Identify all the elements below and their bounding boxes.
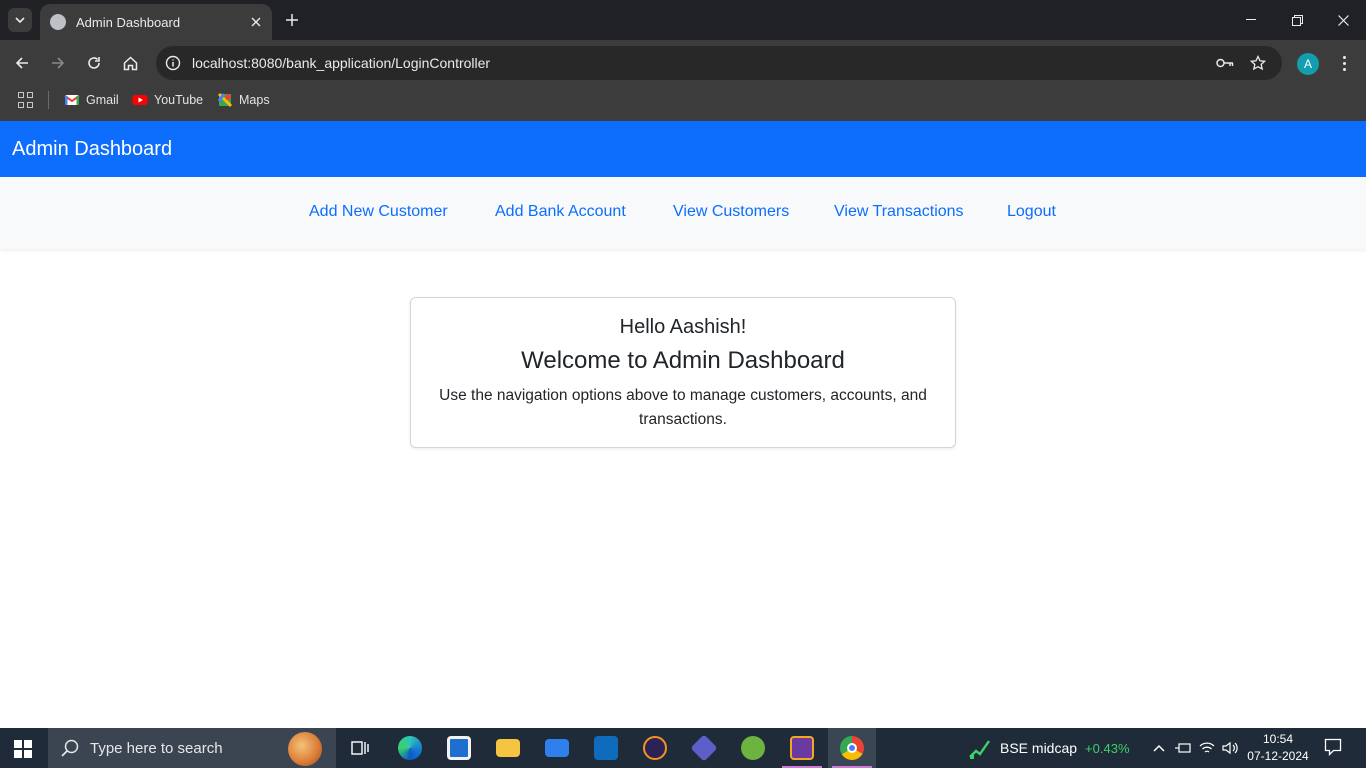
bookmark-gmail[interactable]: Gmail bbox=[64, 90, 119, 110]
address-bar[interactable]: localhost:8080/bank_application/LoginCon… bbox=[156, 46, 1282, 80]
tab-title: Admin Dashboard bbox=[76, 14, 181, 30]
bookmark-maps[interactable]: Maps bbox=[217, 90, 270, 110]
battery-plug-icon[interactable] bbox=[1173, 738, 1193, 758]
stock-change: +0.43% bbox=[1085, 740, 1130, 756]
bookmark-label: Gmail bbox=[86, 93, 119, 107]
taskbar-app-hexagon[interactable] bbox=[680, 728, 728, 768]
bookmark-youtube[interactable]: YouTube bbox=[132, 90, 203, 110]
taskbar-edge[interactable] bbox=[386, 728, 434, 768]
dashboard-nav: Add New Customer Add Bank Account View C… bbox=[0, 177, 1366, 249]
mail-icon bbox=[545, 739, 569, 757]
outlook-icon bbox=[594, 736, 618, 760]
plus-icon bbox=[286, 14, 298, 26]
taskbar-eclipse[interactable] bbox=[631, 728, 679, 768]
browser-tab-active[interactable]: Admin Dashboard bbox=[40, 4, 272, 40]
taskbar-search-box[interactable]: Type here to search bbox=[48, 728, 336, 768]
restore-icon bbox=[1291, 14, 1303, 26]
taskbar-spring-tool[interactable] bbox=[729, 728, 777, 768]
windows-taskbar: Type here to search BSE midcap +0.43% 10… bbox=[0, 728, 1366, 768]
greeting-text: Hello Aashish! bbox=[619, 316, 747, 338]
taskbar-mail[interactable] bbox=[533, 728, 581, 768]
clock-date: 07-12-2024 bbox=[1247, 749, 1309, 763]
taskbar-file-explorer[interactable] bbox=[484, 728, 532, 768]
stock-chart-icon bbox=[969, 740, 990, 759]
maps-icon bbox=[217, 92, 233, 108]
stock-widget[interactable]: BSE midcap +0.43% bbox=[968, 728, 1130, 768]
nav-view-transactions[interactable]: View Transactions bbox=[834, 203, 964, 221]
password-key-icon[interactable] bbox=[1214, 52, 1236, 74]
folder-icon bbox=[496, 739, 520, 757]
bookmarks-divider bbox=[48, 91, 49, 109]
navbar-brand[interactable]: Admin Dashboard bbox=[12, 138, 172, 161]
browser-tabstrip: Admin Dashboard bbox=[0, 0, 1366, 40]
notification-icon[interactable] bbox=[1324, 738, 1344, 758]
close-icon bbox=[251, 17, 261, 27]
task-view-icon bbox=[351, 741, 369, 755]
nav-add-bank-account[interactable]: Add Bank Account bbox=[495, 203, 626, 221]
stock-name: BSE midcap bbox=[1000, 740, 1078, 756]
minimize-button[interactable] bbox=[1228, 6, 1274, 34]
minimize-icon bbox=[1246, 19, 1256, 20]
reload-icon bbox=[88, 57, 100, 69]
close-window-button[interactable] bbox=[1320, 6, 1366, 34]
profile-avatar[interactable]: A bbox=[1297, 53, 1319, 75]
chrome-icon bbox=[840, 736, 864, 760]
arrow-left-icon bbox=[15, 57, 28, 69]
close-icon bbox=[1337, 14, 1349, 26]
bookmark-label: YouTube bbox=[154, 93, 204, 107]
task-view-button[interactable] bbox=[336, 728, 384, 768]
browser-menu-icon[interactable] bbox=[1334, 50, 1354, 76]
site-info-icon[interactable] bbox=[156, 46, 190, 80]
store-icon bbox=[447, 736, 471, 760]
apps-grid-icon[interactable] bbox=[18, 92, 34, 108]
gmail-icon bbox=[64, 95, 80, 105]
youtube-icon bbox=[132, 95, 148, 105]
forward-button[interactable] bbox=[44, 49, 72, 77]
taskbar-ide[interactable] bbox=[778, 728, 826, 768]
home-button[interactable] bbox=[116, 49, 144, 77]
home-icon bbox=[123, 55, 137, 70]
taskbar-chrome[interactable] bbox=[828, 728, 876, 768]
edge-icon bbox=[398, 736, 422, 760]
nav-view-customers[interactable]: View Customers bbox=[673, 203, 789, 221]
taskbar-outlook[interactable] bbox=[582, 728, 630, 768]
welcome-heading: Welcome to Admin Dashboard bbox=[521, 347, 845, 374]
tab-close-button[interactable] bbox=[246, 12, 266, 32]
browser-toolbar: localhost:8080/bank_application/LoginCon… bbox=[0, 40, 1366, 86]
search-highlight-image bbox=[288, 732, 322, 766]
bookmarks-bar: Gmail YouTube Maps bbox=[0, 86, 1366, 121]
taskbar-search-placeholder: Type here to search bbox=[90, 739, 223, 757]
nav-add-new-customer[interactable]: Add New Customer bbox=[309, 203, 448, 221]
windows-start-icon[interactable] bbox=[14, 740, 32, 758]
ide-icon bbox=[790, 736, 814, 760]
nav-logout[interactable]: Logout bbox=[1007, 203, 1056, 221]
spring-leaf-icon bbox=[741, 736, 765, 760]
eclipse-icon bbox=[643, 736, 667, 760]
globe-icon bbox=[50, 14, 66, 30]
clock-time: 10:54 bbox=[1262, 732, 1294, 746]
bookmark-label: Maps bbox=[239, 93, 270, 107]
welcome-card: Hello Aashish! Welcome to Admin Dashboar… bbox=[410, 297, 956, 448]
arrow-right-icon bbox=[52, 57, 65, 69]
top-navbar: Admin Dashboard bbox=[0, 121, 1366, 177]
wifi-icon[interactable] bbox=[1197, 738, 1217, 758]
welcome-description: Use the navigation options above to mana… bbox=[439, 387, 927, 428]
new-tab-button[interactable] bbox=[282, 8, 302, 32]
back-button[interactable] bbox=[8, 49, 36, 77]
volume-icon[interactable] bbox=[1220, 738, 1240, 758]
url-text: localhost:8080/bank_application/LoginCon… bbox=[192, 55, 491, 71]
search-icon bbox=[61, 739, 79, 757]
taskbar-clock[interactable]: 10:54 07-12-2024 bbox=[1246, 731, 1310, 765]
reload-button[interactable] bbox=[80, 49, 108, 77]
restore-button[interactable] bbox=[1274, 6, 1320, 34]
tray-overflow-chevron-icon[interactable] bbox=[1149, 738, 1169, 758]
bookmark-star-icon[interactable] bbox=[1247, 52, 1269, 74]
chevron-down-icon bbox=[15, 17, 25, 23]
tab-search-button[interactable] bbox=[8, 8, 32, 32]
hexagon-app-icon bbox=[690, 734, 718, 762]
taskbar-store[interactable] bbox=[435, 728, 483, 768]
